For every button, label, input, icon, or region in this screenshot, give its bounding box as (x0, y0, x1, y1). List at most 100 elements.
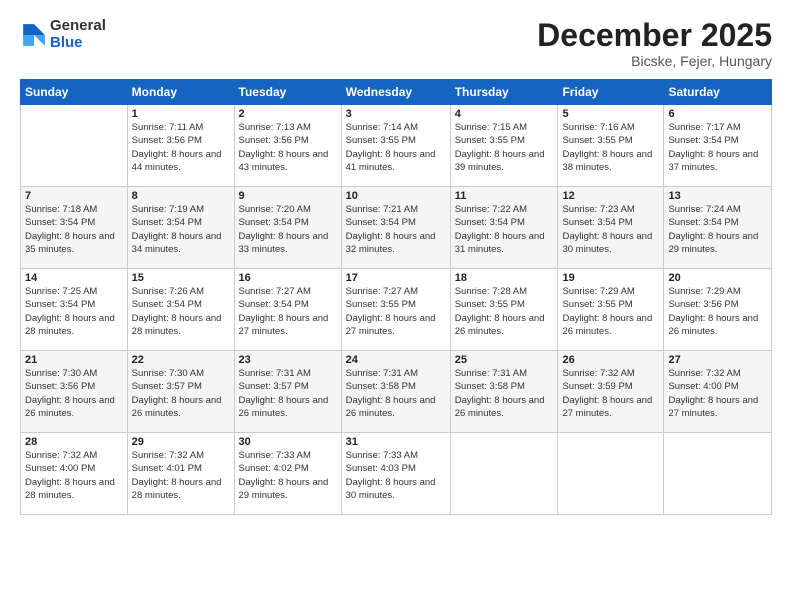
cell-sun-info: Sunrise: 7:31 AMSunset: 3:58 PMDaylight:… (346, 367, 446, 420)
weekday-header: Monday (127, 80, 234, 105)
cell-sun-info: Sunrise: 7:17 AMSunset: 3:54 PMDaylight:… (668, 121, 767, 174)
calendar-cell: 2Sunrise: 7:13 AMSunset: 3:56 PMDaylight… (234, 105, 341, 187)
cell-day-number: 3 (346, 108, 446, 120)
calendar-cell: 5Sunrise: 7:16 AMSunset: 3:55 PMDaylight… (558, 105, 664, 187)
cell-day-number: 26 (562, 354, 659, 366)
cell-sun-info: Sunrise: 7:29 AMSunset: 3:56 PMDaylight:… (668, 285, 767, 338)
calendar-cell (450, 433, 558, 515)
calendar-cell (558, 433, 664, 515)
calendar-cell: 19Sunrise: 7:29 AMSunset: 3:55 PMDayligh… (558, 269, 664, 351)
logo-text: General Blue (50, 18, 106, 51)
cell-day-number: 9 (239, 190, 337, 202)
cell-day-number: 28 (25, 436, 123, 448)
calendar-cell: 10Sunrise: 7:21 AMSunset: 3:54 PMDayligh… (341, 187, 450, 269)
calendar-cell: 23Sunrise: 7:31 AMSunset: 3:57 PMDayligh… (234, 351, 341, 433)
cell-day-number: 4 (455, 108, 554, 120)
calendar-cell: 31Sunrise: 7:33 AMSunset: 4:03 PMDayligh… (341, 433, 450, 515)
cell-day-number: 17 (346, 272, 446, 284)
calendar-cell: 18Sunrise: 7:28 AMSunset: 3:55 PMDayligh… (450, 269, 558, 351)
cell-sun-info: Sunrise: 7:13 AMSunset: 3:56 PMDaylight:… (239, 121, 337, 174)
calendar-week-row: 14Sunrise: 7:25 AMSunset: 3:54 PMDayligh… (21, 269, 772, 351)
cell-sun-info: Sunrise: 7:26 AMSunset: 3:54 PMDaylight:… (132, 285, 230, 338)
cell-day-number: 13 (668, 190, 767, 202)
cell-day-number: 18 (455, 272, 554, 284)
calendar-week-row: 1Sunrise: 7:11 AMSunset: 3:56 PMDaylight… (21, 105, 772, 187)
calendar-cell: 15Sunrise: 7:26 AMSunset: 3:54 PMDayligh… (127, 269, 234, 351)
calendar-cell: 29Sunrise: 7:32 AMSunset: 4:01 PMDayligh… (127, 433, 234, 515)
cell-sun-info: Sunrise: 7:18 AMSunset: 3:54 PMDaylight:… (25, 203, 123, 256)
cell-day-number: 10 (346, 190, 446, 202)
cell-sun-info: Sunrise: 7:31 AMSunset: 3:58 PMDaylight:… (455, 367, 554, 420)
cell-day-number: 16 (239, 272, 337, 284)
cell-day-number: 29 (132, 436, 230, 448)
cell-sun-info: Sunrise: 7:11 AMSunset: 3:56 PMDaylight:… (132, 121, 230, 174)
logo-icon (20, 21, 48, 49)
cell-sun-info: Sunrise: 7:21 AMSunset: 3:54 PMDaylight:… (346, 203, 446, 256)
calendar-cell (664, 433, 772, 515)
calendar-week-row: 7Sunrise: 7:18 AMSunset: 3:54 PMDaylight… (21, 187, 772, 269)
calendar-week-row: 28Sunrise: 7:32 AMSunset: 4:00 PMDayligh… (21, 433, 772, 515)
cell-sun-info: Sunrise: 7:27 AMSunset: 3:54 PMDaylight:… (239, 285, 337, 338)
calendar-week-row: 21Sunrise: 7:30 AMSunset: 3:56 PMDayligh… (21, 351, 772, 433)
cell-day-number: 15 (132, 272, 230, 284)
calendar-table: SundayMondayTuesdayWednesdayThursdayFrid… (20, 79, 772, 515)
calendar-cell: 22Sunrise: 7:30 AMSunset: 3:57 PMDayligh… (127, 351, 234, 433)
cell-day-number: 5 (562, 108, 659, 120)
page: General Blue December 2025 Bicske, Fejer… (0, 0, 792, 612)
cell-sun-info: Sunrise: 7:14 AMSunset: 3:55 PMDaylight:… (346, 121, 446, 174)
cell-sun-info: Sunrise: 7:20 AMSunset: 3:54 PMDaylight:… (239, 203, 337, 256)
cell-sun-info: Sunrise: 7:23 AMSunset: 3:54 PMDaylight:… (562, 203, 659, 256)
logo-general: General (50, 18, 106, 35)
calendar-cell: 8Sunrise: 7:19 AMSunset: 3:54 PMDaylight… (127, 187, 234, 269)
cell-sun-info: Sunrise: 7:24 AMSunset: 3:54 PMDaylight:… (668, 203, 767, 256)
calendar-cell: 21Sunrise: 7:30 AMSunset: 3:56 PMDayligh… (21, 351, 128, 433)
cell-day-number: 1 (132, 108, 230, 120)
cell-day-number: 21 (25, 354, 123, 366)
cell-day-number: 7 (25, 190, 123, 202)
calendar-cell: 27Sunrise: 7:32 AMSunset: 4:00 PMDayligh… (664, 351, 772, 433)
calendar-cell: 17Sunrise: 7:27 AMSunset: 3:55 PMDayligh… (341, 269, 450, 351)
cell-day-number: 24 (346, 354, 446, 366)
weekday-header: Wednesday (341, 80, 450, 105)
cell-sun-info: Sunrise: 7:19 AMSunset: 3:54 PMDaylight:… (132, 203, 230, 256)
calendar-cell: 7Sunrise: 7:18 AMSunset: 3:54 PMDaylight… (21, 187, 128, 269)
calendar-cell: 11Sunrise: 7:22 AMSunset: 3:54 PMDayligh… (450, 187, 558, 269)
weekday-header: Saturday (664, 80, 772, 105)
calendar-cell: 3Sunrise: 7:14 AMSunset: 3:55 PMDaylight… (341, 105, 450, 187)
calendar-cell: 13Sunrise: 7:24 AMSunset: 3:54 PMDayligh… (664, 187, 772, 269)
calendar-cell: 6Sunrise: 7:17 AMSunset: 3:54 PMDaylight… (664, 105, 772, 187)
weekday-header: Sunday (21, 80, 128, 105)
cell-sun-info: Sunrise: 7:32 AMSunset: 4:00 PMDaylight:… (25, 449, 123, 502)
cell-day-number: 19 (562, 272, 659, 284)
cell-sun-info: Sunrise: 7:15 AMSunset: 3:55 PMDaylight:… (455, 121, 554, 174)
cell-sun-info: Sunrise: 7:28 AMSunset: 3:55 PMDaylight:… (455, 285, 554, 338)
header: General Blue December 2025 Bicske, Fejer… (20, 18, 772, 69)
weekday-header: Tuesday (234, 80, 341, 105)
cell-sun-info: Sunrise: 7:29 AMSunset: 3:55 PMDaylight:… (562, 285, 659, 338)
cell-sun-info: Sunrise: 7:22 AMSunset: 3:54 PMDaylight:… (455, 203, 554, 256)
title-area: December 2025 Bicske, Fejer, Hungary (537, 18, 772, 69)
calendar-cell: 24Sunrise: 7:31 AMSunset: 3:58 PMDayligh… (341, 351, 450, 433)
cell-day-number: 22 (132, 354, 230, 366)
cell-sun-info: Sunrise: 7:32 AMSunset: 4:01 PMDaylight:… (132, 449, 230, 502)
logo-blue: Blue (50, 35, 106, 52)
cell-day-number: 12 (562, 190, 659, 202)
cell-day-number: 14 (25, 272, 123, 284)
calendar-cell: 25Sunrise: 7:31 AMSunset: 3:58 PMDayligh… (450, 351, 558, 433)
cell-day-number: 31 (346, 436, 446, 448)
calendar-header-row: SundayMondayTuesdayWednesdayThursdayFrid… (21, 80, 772, 105)
cell-sun-info: Sunrise: 7:33 AMSunset: 4:02 PMDaylight:… (239, 449, 337, 502)
location: Bicske, Fejer, Hungary (537, 53, 772, 69)
calendar-cell: 14Sunrise: 7:25 AMSunset: 3:54 PMDayligh… (21, 269, 128, 351)
cell-day-number: 6 (668, 108, 767, 120)
cell-day-number: 2 (239, 108, 337, 120)
cell-sun-info: Sunrise: 7:16 AMSunset: 3:55 PMDaylight:… (562, 121, 659, 174)
weekday-header: Friday (558, 80, 664, 105)
cell-sun-info: Sunrise: 7:30 AMSunset: 3:56 PMDaylight:… (25, 367, 123, 420)
month-title: December 2025 (537, 18, 772, 53)
cell-day-number: 25 (455, 354, 554, 366)
calendar-cell: 9Sunrise: 7:20 AMSunset: 3:54 PMDaylight… (234, 187, 341, 269)
calendar-cell: 20Sunrise: 7:29 AMSunset: 3:56 PMDayligh… (664, 269, 772, 351)
calendar-cell: 26Sunrise: 7:32 AMSunset: 3:59 PMDayligh… (558, 351, 664, 433)
calendar-cell: 28Sunrise: 7:32 AMSunset: 4:00 PMDayligh… (21, 433, 128, 515)
